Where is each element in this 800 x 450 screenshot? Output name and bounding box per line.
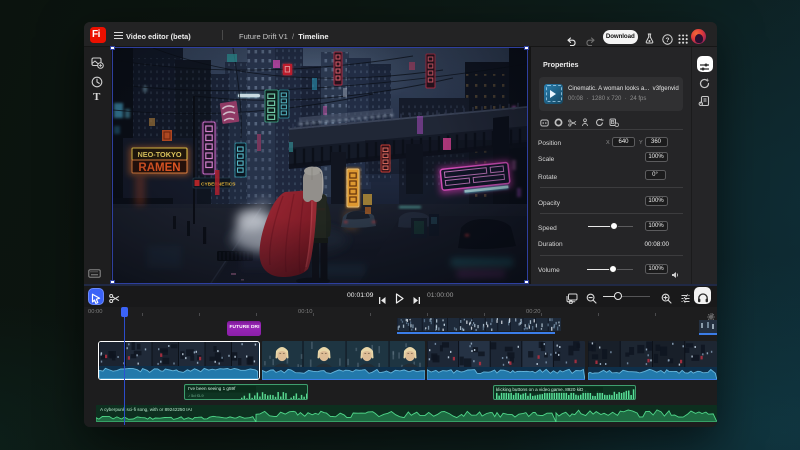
svg-text:?: ? bbox=[666, 36, 670, 43]
svg-text:B: B bbox=[611, 120, 615, 126]
